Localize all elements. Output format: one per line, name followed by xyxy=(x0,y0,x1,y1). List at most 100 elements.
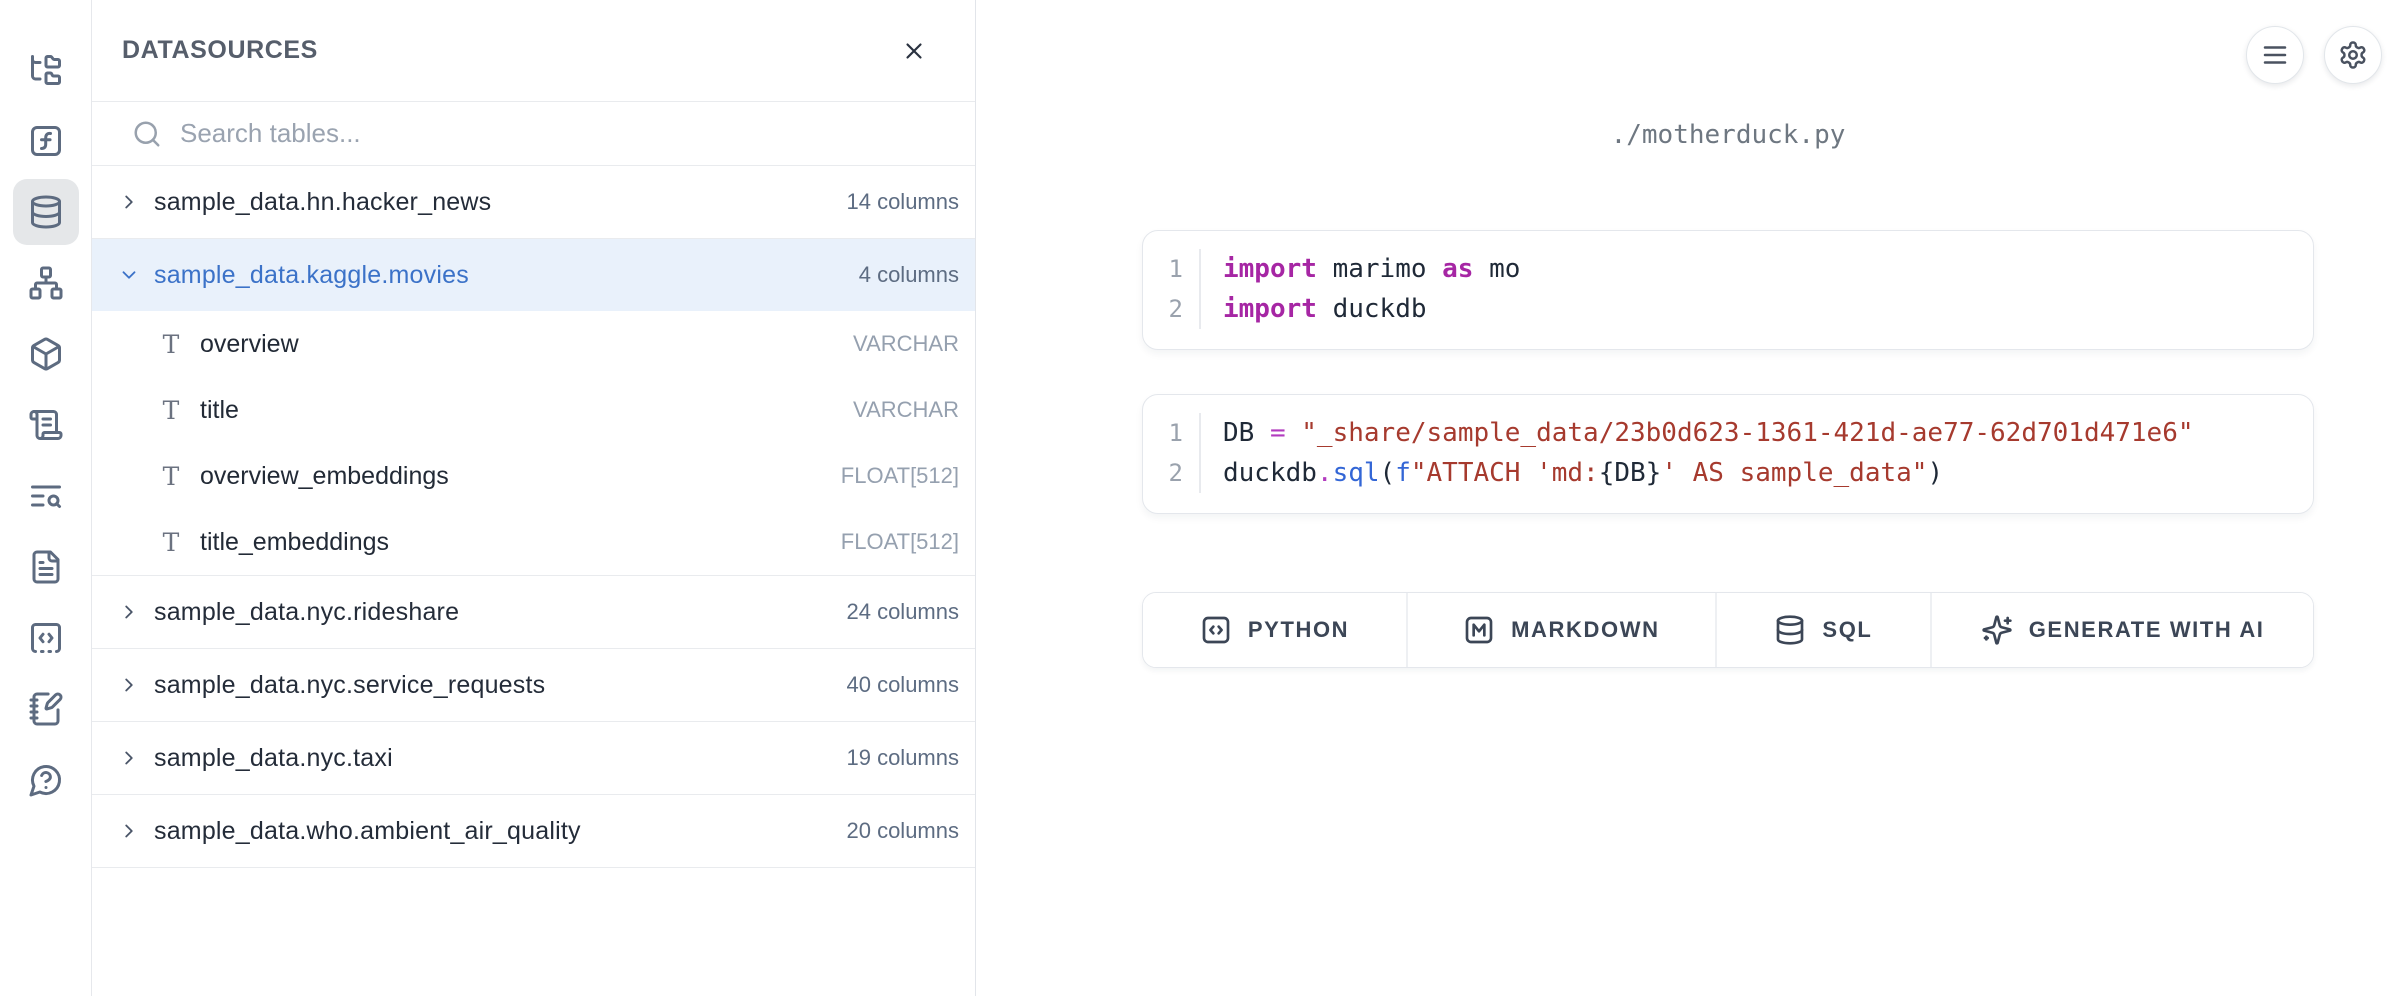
table-row[interactable]: sample_data.nyc.rideshare24 columns xyxy=(92,576,975,648)
code-cell[interactable]: 12import marimo as moimport duckdb xyxy=(1142,230,2314,350)
search-bar xyxy=(92,102,975,166)
database-icon xyxy=(1774,614,1806,646)
function-square-icon xyxy=(28,123,64,159)
column-row[interactable]: Ttitle VARCHAR xyxy=(92,377,975,443)
app-root: DATASOURCES sample_data.hn.hacker_news14… xyxy=(0,0,2399,996)
generate-with-ai-button[interactable]: GENERATE WITH AI xyxy=(1930,593,2313,667)
table-name: sample_data.hn.hacker_news xyxy=(154,188,491,217)
sidebar-item-documentation[interactable] xyxy=(13,534,79,600)
code-line: duckdb.sql(f"ATTACH 'md:{DB}' AS sample_… xyxy=(1223,453,2194,493)
panel-title: DATASOURCES xyxy=(122,36,318,65)
table-name: sample_data.who.ambient_air_quality xyxy=(154,817,581,846)
column-type-icon: T xyxy=(158,462,184,491)
table-row[interactable]: sample_data.hn.hacker_news14 columns xyxy=(92,166,975,238)
line-number: 1 xyxy=(1143,249,1199,289)
chevron-down-icon xyxy=(118,264,140,286)
chevron-right-icon xyxy=(118,747,140,769)
table-column-count: 4 columns xyxy=(859,262,959,288)
column-name: title xyxy=(200,396,239,425)
square-dashed-code-icon xyxy=(28,620,64,656)
x-icon xyxy=(901,38,927,64)
code-line: import duckdb xyxy=(1223,289,1520,329)
sidebar-item-logs[interactable] xyxy=(13,392,79,458)
notebook-filename[interactable]: ./motherduck.py xyxy=(1142,120,2314,150)
notebook-pen-icon xyxy=(28,691,64,727)
table-column-count: 24 columns xyxy=(846,599,959,625)
chevron-right-icon xyxy=(118,820,140,842)
message-circle-question-icon xyxy=(28,762,64,798)
table-row[interactable]: sample_data.nyc.taxi19 columns xyxy=(92,722,975,794)
table-group: sample_data.hn.hacker_news14 columns xyxy=(92,166,975,239)
sidebar-item-datasources[interactable] xyxy=(13,179,79,245)
table-group: sample_data.kaggle.movies 4 columns Toverv… xyxy=(92,239,975,576)
table-row[interactable]: sample_data.kaggle.movies 4 columns xyxy=(92,239,975,311)
sidebar-item-help[interactable] xyxy=(13,747,79,813)
table-row[interactable]: sample_data.nyc.service_requests40 colum… xyxy=(92,649,975,721)
folder-tree-icon xyxy=(28,52,64,88)
main-area: ./motherduck.py 12import marimo as moimp… xyxy=(976,0,2399,996)
search-icon xyxy=(132,119,162,149)
sidebar-item-dependencies[interactable] xyxy=(13,250,79,316)
add-cell-button-label: SQL xyxy=(1822,617,1872,643)
column-name: overview_embeddings xyxy=(200,462,449,491)
column-type: FLOAT[512] xyxy=(841,463,959,489)
table-name: sample_data.kaggle.movies xyxy=(154,261,469,290)
datasources-panel: DATASOURCES sample_data.hn.hacker_news14… xyxy=(92,0,976,996)
add-sql-cell-button[interactable]: SQL xyxy=(1715,593,1931,667)
add-cell-button-label: GENERATE WITH AI xyxy=(2029,617,2265,643)
network-icon xyxy=(28,265,64,301)
square-code-icon xyxy=(1200,614,1232,646)
table-name: sample_data.nyc.service_requests xyxy=(154,671,545,700)
code-editor[interactable]: import marimo as moimport duckdb xyxy=(1201,249,1520,329)
line-number-gutter: 12 xyxy=(1143,249,1201,329)
search-icon-wrap xyxy=(132,119,162,149)
sparkles-icon xyxy=(1981,614,2013,646)
file-text-icon xyxy=(28,549,64,585)
search-input[interactable] xyxy=(180,118,951,149)
line-number: 2 xyxy=(1143,289,1199,329)
panel-header: DATASOURCES xyxy=(92,0,975,102)
table-group: sample_data.nyc.rideshare24 columns xyxy=(92,576,975,649)
chevron-right-icon xyxy=(118,601,140,623)
table-name: sample_data.nyc.taxi xyxy=(154,744,393,773)
code-editor[interactable]: DB = "_share/sample_data/23b0d623-1361-4… xyxy=(1201,413,2194,493)
settings-button[interactable] xyxy=(2324,26,2382,84)
code-line: import marimo as mo xyxy=(1223,249,1520,289)
sidebar-item-file-explorer[interactable] xyxy=(13,37,79,103)
table-column-count: 20 columns xyxy=(846,818,959,844)
column-type: FLOAT[512] xyxy=(841,529,959,555)
sidebar-item-packages[interactable] xyxy=(13,321,79,387)
add-python-cell-button[interactable]: PYTHON xyxy=(1143,593,1406,667)
box-icon xyxy=(28,336,64,372)
column-type: VARCHAR xyxy=(853,397,959,423)
top-actions xyxy=(2246,26,2382,84)
menu-icon xyxy=(2260,40,2290,70)
notebook-menu-button[interactable] xyxy=(2246,26,2304,84)
add-cell-button-label: MARKDOWN xyxy=(1511,617,1659,643)
close-panel-button[interactable] xyxy=(893,30,935,72)
sidebar-item-variables[interactable] xyxy=(13,108,79,174)
line-number: 1 xyxy=(1143,413,1199,453)
chevron-right-icon xyxy=(118,601,140,623)
add-cell-toolbar: PYTHON MARKDOWN SQL GENERATE WITH AI xyxy=(1142,592,2314,668)
chevron-right-icon xyxy=(118,747,140,769)
square-m-icon xyxy=(1463,614,1495,646)
sidebar-item-snippets[interactable] xyxy=(13,605,79,671)
column-type-icon: T xyxy=(158,396,184,425)
code-cell[interactable]: 12DB = "_share/sample_data/23b0d623-1361… xyxy=(1142,394,2314,514)
table-row[interactable]: sample_data.who.ambient_air_quality 20 co… xyxy=(92,795,975,867)
column-row[interactable]: ToverviewVARCHAR xyxy=(92,311,975,377)
chevron-right-icon xyxy=(118,820,140,842)
column-type-icon: T xyxy=(158,528,184,557)
sidebar-item-tracing[interactable] xyxy=(13,463,79,529)
sidebar-item-scratchpad[interactable] xyxy=(13,676,79,742)
scroll-text-icon xyxy=(28,407,64,443)
chevron-right-icon xyxy=(118,191,140,213)
chevron-right-icon xyxy=(118,674,140,696)
column-row[interactable]: Toverview_embeddings FLOAT[512] xyxy=(92,443,975,509)
column-row[interactable]: Ttitle_embeddingsFLOAT[512] xyxy=(92,509,975,575)
cells-container: 12import marimo as moimport duckdb12DB =… xyxy=(1142,230,2314,514)
add-markdown-cell-button[interactable]: MARKDOWN xyxy=(1406,593,1715,667)
sidebar xyxy=(0,0,92,996)
table-group: sample_data.nyc.taxi19 columns xyxy=(92,722,975,795)
